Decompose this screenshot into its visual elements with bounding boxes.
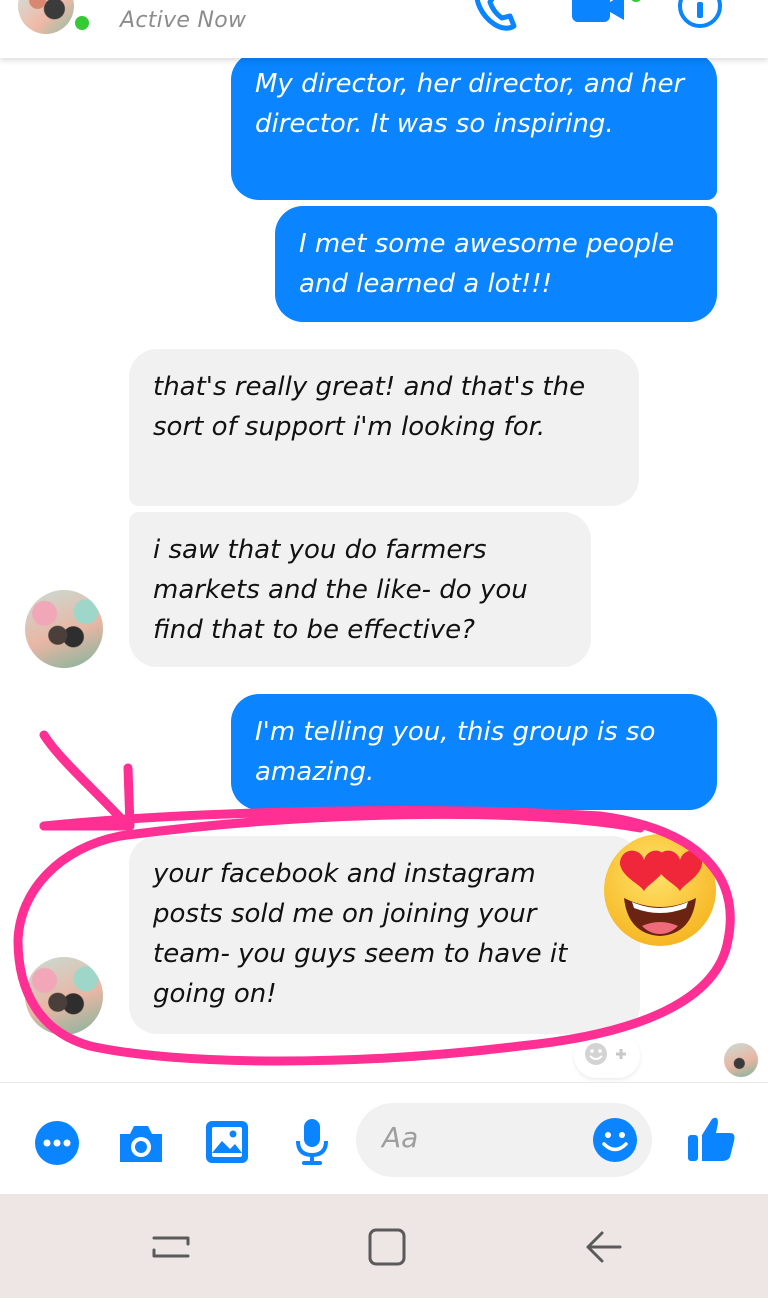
annotation-arrow-head	[39, 763, 135, 831]
video-call-icon[interactable]	[570, 0, 650, 36]
message-bubble-incoming[interactable]: your facebook and instagram posts sold m…	[129, 836, 640, 1034]
message-composer: Aa	[0, 1082, 768, 1195]
recent-apps-icon[interactable]	[150, 1230, 192, 1266]
emoji-icon[interactable]	[592, 1117, 638, 1163]
message-input-placeholder: Aa	[382, 1121, 419, 1154]
back-icon[interactable]	[582, 1228, 624, 1266]
message-bubble-incoming[interactable]: i saw that you do farmers markets and th…	[129, 512, 591, 667]
thumbs-up-icon[interactable]	[686, 1113, 738, 1165]
seen-avatar	[724, 1043, 758, 1077]
more-icon[interactable]	[34, 1120, 80, 1166]
annotation-arrow-shaft	[39, 730, 133, 831]
message-bubble-outgoing[interactable]: I'm telling you, this group is so amazin…	[231, 694, 717, 810]
contact-avatar[interactable]	[18, 0, 74, 34]
active-status-text: Active Now	[120, 8, 247, 33]
heart-eyes-emoji	[604, 834, 716, 946]
message-bubble-outgoing[interactable]: My director, her director, and her direc…	[231, 52, 717, 200]
conversation-header: Active Now	[0, 0, 768, 58]
gallery-icon[interactable]	[204, 1119, 250, 1165]
camera-icon[interactable]	[116, 1122, 166, 1166]
message-bubble-outgoing[interactable]: I met some awesome people and learned a …	[275, 206, 717, 322]
info-icon[interactable]	[676, 0, 724, 36]
phone-icon[interactable]	[470, 0, 520, 36]
contact-avatar[interactable]	[25, 590, 103, 668]
microphone-icon[interactable]	[292, 1117, 332, 1167]
system-nav-bar	[0, 1194, 768, 1298]
message-bubble-incoming[interactable]: that's really great! and that's the sort…	[129, 349, 639, 506]
home-icon[interactable]	[366, 1226, 408, 1268]
contact-avatar[interactable]	[25, 957, 103, 1035]
active-status-dot	[72, 13, 92, 33]
message-input[interactable]: Aa	[356, 1103, 652, 1177]
add-reaction-icon	[585, 1043, 626, 1065]
add-reaction-button[interactable]	[574, 1034, 640, 1078]
